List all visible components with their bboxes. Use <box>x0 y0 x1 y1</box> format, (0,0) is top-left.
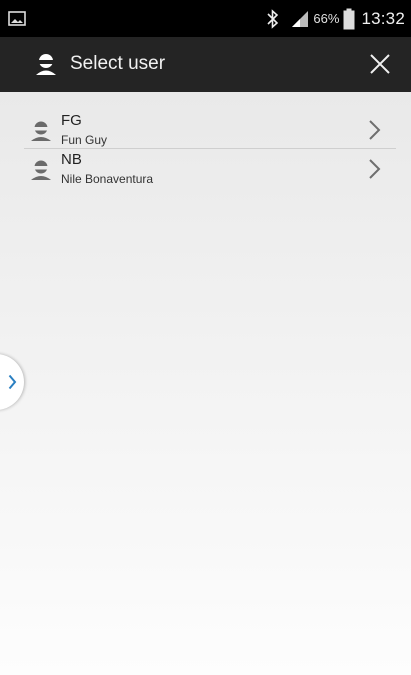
status-bar: 66% 13:32 <box>0 0 411 37</box>
user-name: Nile Bonaventura <box>61 172 154 186</box>
chevron-right-icon <box>8 374 17 390</box>
clock: 13:32 <box>361 8 405 28</box>
bluetooth-icon <box>267 8 279 29</box>
list-item-user-nb[interactable]: NB Nile Bonaventura <box>24 148 396 187</box>
battery-icon <box>343 8 355 29</box>
chevron-right-icon <box>369 159 381 179</box>
action-bar: Select user <box>0 37 411 92</box>
user-name: Fun Guy <box>61 133 108 147</box>
user-avatar-icon <box>31 160 51 180</box>
page-title: Select user <box>70 53 166 74</box>
signal-icon <box>292 10 309 27</box>
user-list: FG Fun Guy NB Nile Bonaventura <box>24 110 396 187</box>
user-avatar-icon <box>31 121 51 141</box>
user-initials: NB <box>61 151 82 168</box>
user-icon <box>36 54 56 75</box>
gallery-notification-icon <box>8 11 26 26</box>
main-content: FG Fun Guy NB Nile Bonaventura <box>0 92 411 675</box>
list-item-user-fg[interactable]: FG Fun Guy <box>24 110 396 148</box>
close-icon[interactable] <box>369 53 391 75</box>
battery-percent: 66% <box>313 11 340 26</box>
chevron-right-icon <box>369 120 381 140</box>
user-initials: FG <box>61 112 82 129</box>
